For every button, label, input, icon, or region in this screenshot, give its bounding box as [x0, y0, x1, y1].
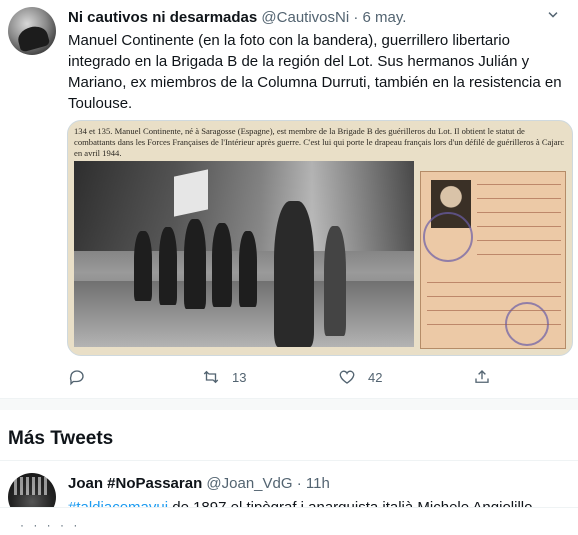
media-caption: 134 et 135. Manuel Continente, né à Sara… — [74, 126, 565, 158]
tweet[interactable]: Ni cautivos ni desarmadas @CautivosNi · … — [0, 0, 578, 398]
user-handle[interactable]: @Joan_VdG — [206, 475, 292, 492]
reply-button[interactable] — [68, 368, 86, 386]
id-document — [420, 171, 566, 349]
like-count: 42 — [368, 369, 383, 385]
section-divider — [0, 398, 578, 410]
reply-icon — [69, 370, 84, 386]
share-icon — [475, 370, 489, 383]
retweet-count: 13 — [232, 369, 247, 385]
tweet-date[interactable]: 11h — [306, 475, 330, 492]
tweet-media[interactable]: 134 et 135. Manuel Continente, né à Sara… — [67, 120, 573, 356]
like-button[interactable]: 42 — [338, 368, 382, 386]
tweet-date[interactable]: 6 may. — [363, 9, 407, 26]
separator-dot: · — [296, 475, 302, 492]
display-name[interactable]: Ni cautivos ni desarmadas — [68, 9, 257, 26]
share-button[interactable] — [473, 368, 491, 386]
avatar[interactable] — [8, 7, 56, 55]
march-photo — [74, 161, 414, 347]
heart-icon — [339, 370, 355, 384]
more-options-icon[interactable] — [544, 6, 562, 29]
retweet-icon — [203, 370, 219, 384]
tweet-actions: 13 42 — [68, 368, 498, 388]
retweet-button[interactable]: 13 — [202, 368, 246, 386]
overflow-dots-icon: · · · · · — [20, 518, 81, 532]
bottom-bar: · · · · · — [0, 507, 578, 535]
user-handle[interactable]: @CautivosNi — [261, 9, 349, 26]
display-name[interactable]: Joan #NoPassaran — [68, 475, 202, 492]
separator-dot: · — [353, 9, 359, 26]
tweet-header: Joan #NoPassaran @Joan_VdG · 11h — [68, 475, 330, 492]
tweet-header: Ni cautivos ni desarmadas @CautivosNi · … — [68, 9, 406, 26]
more-tweets-heading: Más Tweets — [8, 428, 114, 449]
tweet-text: Manuel Continente (en la foto con la ban… — [68, 32, 562, 112]
